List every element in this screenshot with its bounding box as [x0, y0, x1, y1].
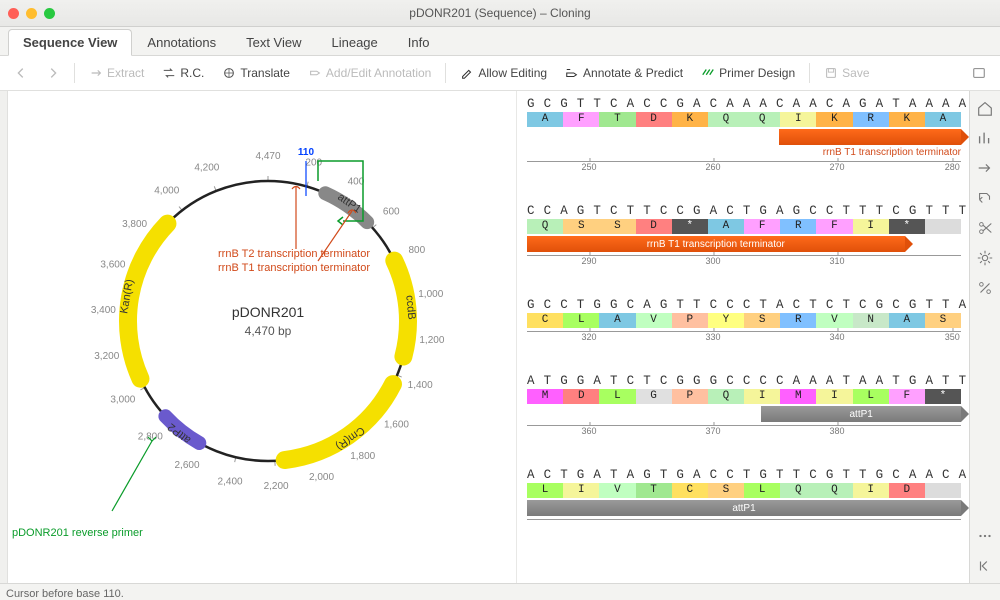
- tab-sequence-view[interactable]: Sequence View: [8, 29, 132, 56]
- settings-icon[interactable]: [964, 62, 994, 84]
- nucleotide-sequence[interactable]: A T G G A T C T C G G G C C C C A A A T …: [527, 374, 961, 388]
- svg-text:1,000: 1,000: [418, 289, 443, 300]
- position-ruler: 290300310: [527, 255, 961, 268]
- nucleotide-sequence[interactable]: A C T G A T A G T G A C C T G T T C G T …: [527, 468, 961, 482]
- svg-text:3,600: 3,600: [100, 260, 125, 271]
- plasmid-map[interactable]: 200 400 600 800 1,000 1,200 1,400 1,600 1,800 2,0…: [8, 91, 516, 583]
- svg-text:2,600: 2,600: [174, 460, 199, 471]
- arrow-right-icon[interactable]: [976, 159, 994, 177]
- primer-design-button[interactable]: Primer Design: [693, 62, 803, 84]
- svg-text:1,600: 1,600: [384, 420, 409, 431]
- status-text: Cursor before base 110.: [6, 588, 124, 600]
- svg-text:4,000: 4,000: [154, 186, 179, 197]
- status-bar: Cursor before base 110.: [0, 583, 1000, 600]
- collapse-icon[interactable]: [976, 557, 994, 575]
- export-icon[interactable]: [976, 189, 994, 207]
- mini-map[interactable]: [0, 91, 8, 583]
- feature-bar[interactable]: attP1: [761, 406, 961, 422]
- zoom-window[interactable]: [44, 8, 55, 19]
- amino-acid-row: CLAVPYSRVNAS: [527, 313, 961, 328]
- close-window[interactable]: [8, 8, 19, 19]
- svg-text:2,400: 2,400: [218, 477, 243, 488]
- svg-text:3,800: 3,800: [122, 219, 147, 230]
- add-edit-annotation-button: Add/Edit Annotation: [300, 62, 439, 84]
- svg-text:600: 600: [383, 206, 400, 217]
- nucleotide-sequence[interactable]: C C A G T C T T C C G A C T G A G C C T …: [527, 204, 961, 218]
- right-sidebar: [969, 91, 1000, 583]
- position-ruler: 250260270280: [527, 161, 961, 174]
- allow-editing-button[interactable]: Allow Editing: [452, 62, 555, 84]
- sequence-row: G C C T G G C A G T T C C C T A C T C T …: [527, 298, 961, 344]
- svg-text:2,800: 2,800: [138, 432, 163, 443]
- svg-text:200: 200: [305, 157, 322, 168]
- extract-button: Extract: [81, 62, 152, 84]
- position-ruler: [527, 519, 961, 532]
- svg-text:ccdB: ccdB: [403, 295, 417, 320]
- tab-info[interactable]: Info: [393, 29, 445, 55]
- feature-bar[interactable]: rrnB T1 transcription terminator: [527, 236, 905, 252]
- scissors-icon[interactable]: [976, 219, 994, 237]
- sequence-row: A T G G A T C T C G G G C C C C A A A T …: [527, 374, 961, 438]
- svg-text:2,200: 2,200: [264, 481, 289, 492]
- svg-text:4,470: 4,470: [255, 151, 280, 162]
- svg-text:1,800: 1,800: [350, 451, 375, 462]
- svg-text:4,200: 4,200: [194, 163, 219, 174]
- tab-text-view[interactable]: Text View: [231, 29, 316, 55]
- svg-text:800: 800: [408, 245, 425, 256]
- svg-text:1,400: 1,400: [408, 380, 433, 391]
- more-icon[interactable]: [976, 527, 994, 545]
- feature-bar[interactable]: attP1: [527, 500, 961, 516]
- svg-text:3,400: 3,400: [91, 305, 116, 316]
- position-ruler: 320330340350: [527, 331, 961, 344]
- chart-icon[interactable]: [976, 129, 994, 147]
- tab-bar: Sequence View Annotations Text View Line…: [0, 27, 1000, 56]
- amino-acid-row: MDLGPQIMILF*: [527, 389, 961, 404]
- plasmid-name: pDONR201: [232, 304, 305, 320]
- amino-acid-row: LIVTCSLQQID: [527, 483, 961, 498]
- amino-acid-row: AFTDKQQIKRKA: [527, 112, 961, 127]
- feature-bar[interactable]: [779, 129, 961, 145]
- svg-text:1,200: 1,200: [419, 335, 444, 346]
- minimize-window[interactable]: [26, 8, 37, 19]
- toolbar: Extract R.C. Translate Add/Edit Annotati…: [0, 56, 1000, 91]
- home-icon[interactable]: [976, 99, 994, 117]
- amino-acid-row: QSSD*AFRFI*: [527, 219, 961, 234]
- svg-text:400: 400: [348, 176, 365, 187]
- percent-icon[interactable]: [976, 279, 994, 297]
- feature-sublabel: rrnB T1 transcription terminator: [527, 147, 961, 158]
- plasmid-size: 4,470 bp: [245, 324, 292, 338]
- nucleotide-sequence[interactable]: G C G T T C A C C G A C A A A C A A C A …: [527, 97, 961, 111]
- translate-button[interactable]: Translate: [214, 62, 298, 84]
- sequence-row: G C G T T C A C C G A C A A A C A A C A …: [527, 97, 961, 174]
- rrnb-t2-label: rrnB T2 transcription terminator: [218, 248, 370, 260]
- sequence-row: C C A G T C T T C C G A C T G A G C C T …: [527, 204, 961, 268]
- sequence-row: A C T G A T A G T G A C C T G T T C G T …: [527, 468, 961, 532]
- svg-text:3,200: 3,200: [94, 351, 119, 362]
- back-button: [6, 62, 36, 84]
- save-button: Save: [816, 62, 877, 84]
- tab-lineage[interactable]: Lineage: [317, 29, 393, 55]
- svg-text:3,000: 3,000: [110, 394, 135, 405]
- reverse-primer-label: pDONR201 reverse primer: [12, 527, 143, 539]
- forward-button: [38, 62, 68, 84]
- cursor-position-label: 110: [298, 147, 315, 158]
- gear-icon[interactable]: [976, 249, 994, 267]
- sequence-panel[interactable]: G C G T T C A C C G A C A A A C A A C A …: [516, 91, 969, 583]
- rrnb-t1-label: rrnB T1 transcription terminator: [218, 262, 370, 274]
- annotate-predict-button[interactable]: Annotate & Predict: [557, 62, 691, 84]
- position-ruler: 360370380: [527, 425, 961, 438]
- rc-button[interactable]: R.C.: [154, 62, 212, 84]
- window-title: pDONR201 (Sequence) – Cloning: [0, 6, 1000, 20]
- nucleotide-sequence[interactable]: G C C T G G C A G T T C C C T A C T C T …: [527, 298, 961, 312]
- tab-annotations[interactable]: Annotations: [132, 29, 231, 55]
- svg-text:2,000: 2,000: [309, 472, 334, 483]
